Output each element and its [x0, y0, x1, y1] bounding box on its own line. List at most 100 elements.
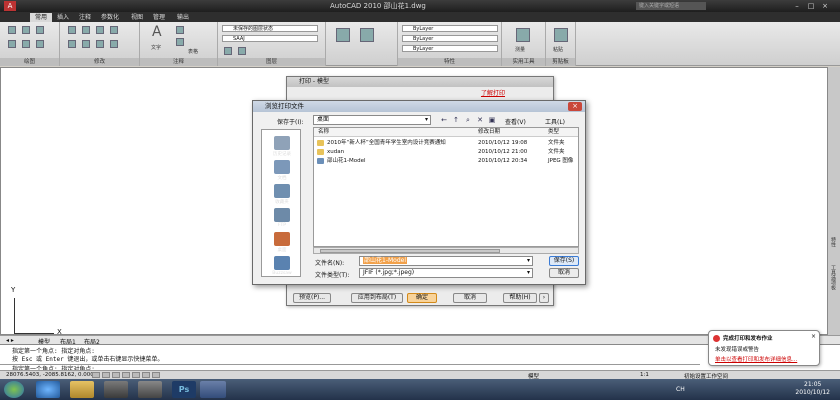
arc-icon[interactable]	[8, 40, 16, 48]
scrollbar-thumb[interactable]	[320, 249, 500, 253]
table-button-label[interactable]: 表格	[188, 48, 198, 55]
measure-icon[interactable]	[516, 28, 530, 42]
print-complete-notification[interactable]: × 完成打印和发布作业 未发现错误或警告 单击以查看打印和发布详细信息...	[708, 330, 820, 366]
tab-manage[interactable]: 管理	[148, 13, 170, 22]
help-button[interactable]: 帮助(H)	[503, 293, 537, 303]
maximize-icon[interactable]: □	[806, 2, 816, 10]
language-indicator[interactable]: CH	[676, 386, 685, 393]
print-cancel-button[interactable]: 取消	[453, 293, 487, 303]
explorer-icon[interactable]	[70, 381, 94, 398]
insert-block-icon[interactable]	[336, 28, 350, 42]
up-folder-icon[interactable]: ↑	[451, 116, 461, 125]
app-window-icon[interactable]	[138, 381, 162, 398]
text-a-icon[interactable]: A	[152, 24, 162, 40]
learn-print-link[interactable]: 了解打印	[481, 88, 505, 97]
place-history[interactable]: 历史记录	[266, 136, 298, 157]
mirror-icon[interactable]	[68, 40, 76, 48]
place-favorites[interactable]: 收藏夹	[266, 184, 298, 205]
circle-icon[interactable]	[36, 26, 44, 34]
place-documents[interactable]: 文档	[266, 160, 298, 181]
tools-menu[interactable]: 工具(L)	[545, 117, 565, 126]
dyn-icon[interactable]	[152, 372, 160, 378]
file-row[interactable]: 邵山花1-Model 2010/10/12 20:34 JPEG 图像	[314, 157, 578, 166]
browse-print-file-dialog[interactable]: 浏览打印文件 × 保存于(I): 桌面 ▾ ← ↑ ⌕ ✕ ▣ 查看(V) 工具…	[252, 100, 586, 285]
tab-home[interactable]: 常用	[30, 13, 53, 22]
file-row[interactable]: xudan 2010/10/12 21:00 文件夹	[314, 148, 578, 157]
media-player-icon[interactable]	[104, 381, 128, 398]
file-list-scrollbar[interactable]	[313, 247, 579, 254]
tab-output[interactable]: 输出	[172, 13, 194, 22]
rotate-icon[interactable]	[110, 26, 118, 34]
save-in-dropdown[interactable]: 桌面 ▾	[313, 115, 431, 125]
osnap-icon[interactable]	[132, 372, 140, 378]
filename-input[interactable]: 邵山花1-Model ▾	[359, 256, 533, 266]
group-icon[interactable]	[360, 28, 374, 42]
rectangle-icon[interactable]	[22, 40, 30, 48]
place-ftp[interactable]: FTP	[266, 208, 298, 228]
polyline-icon[interactable]	[22, 26, 30, 34]
coordinate-readout[interactable]: 28076.5403, -2085.8162, 0.0000	[6, 372, 97, 378]
system-clock[interactable]: 21:05 2010/10/12	[795, 381, 830, 397]
search-icon[interactable]: ⌕	[463, 116, 473, 125]
ok-button[interactable]: 确定	[407, 293, 437, 303]
photoshop-icon[interactable]: Ps	[172, 381, 196, 398]
cancel-button[interactable]: 取消	[549, 268, 579, 278]
line-icon[interactable]	[8, 26, 16, 34]
layer-state-dropdown[interactable]: 未保存的图层状态	[222, 25, 318, 32]
tab-view[interactable]: 视图	[126, 13, 148, 22]
paste-icon[interactable]	[554, 28, 568, 42]
view-menu[interactable]: 查看(V)	[505, 117, 526, 126]
autocad-taskbar-icon[interactable]	[200, 381, 226, 398]
tab-nav-arrows[interactable]: ◂ ▸	[6, 337, 14, 344]
close-icon[interactable]: ×	[820, 2, 830, 10]
start-orb-icon[interactable]	[4, 381, 24, 398]
notification-details-link[interactable]: 单击以查看打印和发布详细信息...	[715, 355, 797, 363]
properties-palette-tab[interactable]: 特性	[830, 237, 837, 247]
autocad-logo-icon[interactable]: A	[4, 1, 16, 11]
place-desktop[interactable]: 桌面	[266, 232, 298, 253]
copy-icon[interactable]	[82, 26, 90, 34]
file-row[interactable]: 2010年“新人杯”全国青年学生室内设计竞赛通知 2010/10/12 19:0…	[314, 139, 578, 148]
notification-close-icon[interactable]: ×	[811, 333, 816, 340]
polar-icon[interactable]	[122, 372, 130, 378]
preview-button[interactable]: 预览(P)...	[293, 293, 331, 303]
snap-icon[interactable]	[92, 372, 100, 378]
grid-icon[interactable]	[102, 372, 110, 378]
layer-properties-icon[interactable]	[224, 47, 232, 55]
hatch-icon[interactable]	[36, 40, 44, 48]
linetype-dropdown[interactable]: ByLayer	[402, 45, 498, 52]
scale-icon[interactable]	[96, 40, 104, 48]
layer-dropdown[interactable]: SAAJ	[222, 35, 318, 42]
column-date[interactable]: 修改日期	[478, 128, 500, 137]
fillet-icon[interactable]	[82, 40, 90, 48]
color-dropdown[interactable]: ByLayer	[402, 25, 498, 32]
save-button[interactable]: 保存(S)	[549, 256, 579, 266]
delete-icon[interactable]: ✕	[475, 116, 485, 125]
leader-icon[interactable]	[176, 38, 184, 46]
otrack-icon[interactable]	[142, 372, 150, 378]
apply-to-layout-button[interactable]: 应用到布局(T)	[351, 293, 403, 303]
measure-label[interactable]: 测量	[515, 46, 525, 53]
paste-label[interactable]: 粘贴	[553, 46, 563, 53]
minimize-icon[interactable]: –	[792, 2, 802, 10]
tab-insert[interactable]: 插入	[52, 13, 74, 22]
linear-dim-icon[interactable]	[176, 26, 184, 34]
lineweight-dropdown[interactable]: ByLayer	[402, 35, 498, 42]
stretch-icon[interactable]	[96, 26, 104, 34]
ie-browser-icon[interactable]	[36, 381, 60, 398]
new-folder-icon[interactable]: ▣	[487, 116, 497, 125]
move-icon[interactable]	[68, 26, 76, 34]
text-button-label[interactable]: 文字	[151, 44, 161, 51]
array-icon[interactable]	[110, 40, 118, 48]
ortho-icon[interactable]	[112, 372, 120, 378]
filetype-dropdown[interactable]: JFIF (*.jpg;*.jpeg) ▾	[359, 268, 533, 278]
column-name[interactable]: 名称	[318, 128, 329, 137]
tab-annotate[interactable]: 注释	[74, 13, 96, 22]
right-palette-strip[interactable]: 特性 工具选项板	[828, 67, 840, 335]
help-search-input[interactable]: 键入关键字或短语	[636, 2, 706, 10]
tab-parametric[interactable]: 参数化	[96, 13, 124, 22]
annotation-scale[interactable]: 1:1	[640, 372, 649, 378]
layer-off-icon[interactable]	[238, 47, 246, 55]
column-type[interactable]: 类型	[548, 128, 559, 137]
dialog-close-icon[interactable]: ×	[568, 102, 582, 111]
